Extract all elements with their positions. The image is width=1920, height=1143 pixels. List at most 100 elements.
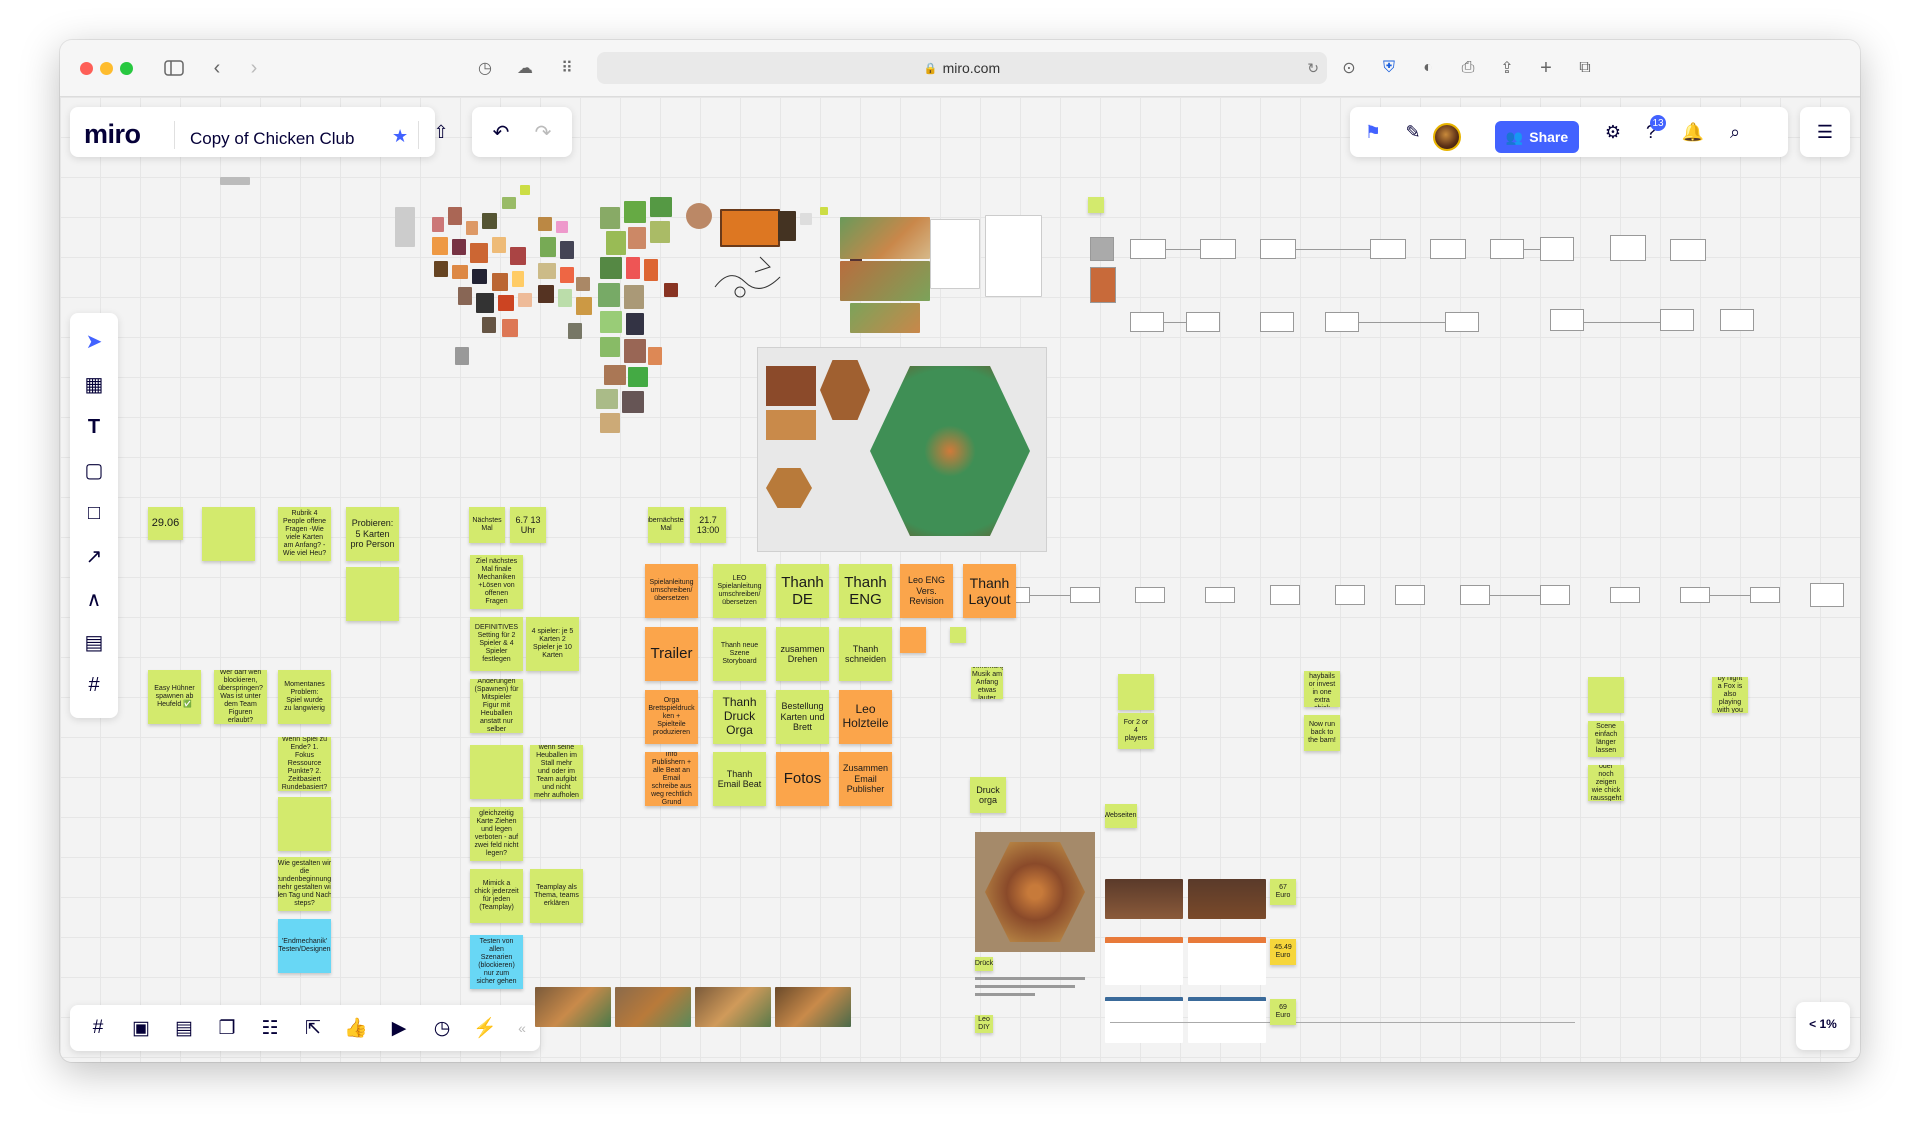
image-thumbnail[interactable] (492, 237, 506, 253)
flow-node[interactable] (1810, 583, 1844, 607)
tabs-overview-icon[interactable]: ⧉ (1573, 56, 1597, 80)
lightning-icon[interactable]: ⚡ (470, 1013, 500, 1043)
sticky-note[interactable]: zusammen Drehen (776, 627, 829, 681)
sticky-note[interactable]: 4 spieler: je 5 Karten 2 Spieler je 10 K… (526, 617, 579, 671)
image-thumbnail[interactable] (626, 257, 640, 279)
board-canvas[interactable]: miro Copy of Chicken Club ★ ⇧ ↶ ↷ ⚑ ✎ 👥 … (60, 97, 1860, 1062)
image-thumbnail[interactable] (600, 413, 620, 433)
print-icon[interactable]: ⎙ (1456, 56, 1480, 80)
search-icon[interactable]: ⌕ (1720, 117, 1750, 147)
sticky-note[interactable]: 'Endmechanik' Testen/Designen (278, 919, 331, 973)
sticky-note[interactable]: Webseiten: (1105, 804, 1137, 828)
sticky-note[interactable]: Info Publishern + alle Beat an Email sch… (645, 752, 698, 806)
address-bar[interactable]: 🔒 miro.com ↻ (597, 52, 1327, 84)
image-thumbnail[interactable] (766, 410, 816, 440)
flow-node[interactable] (1720, 309, 1754, 331)
image-thumbnail[interactable] (558, 289, 572, 307)
sticky-note[interactable] (900, 627, 926, 653)
sticky-note[interactable]: Thanh Email Beat (713, 752, 766, 806)
redo-icon[interactable]: ↷ (528, 117, 558, 147)
image-thumbnail[interactable] (538, 263, 556, 279)
image-thumbnail[interactable] (598, 283, 620, 307)
sticky-note[interactable]: 6.7 13 Uhr (510, 507, 546, 543)
cursor-flag-icon[interactable]: ⚑ (1358, 117, 1388, 147)
image-thumbnail[interactable] (778, 211, 796, 241)
sticky-note[interactable]: Nächstes Mal (469, 507, 505, 543)
image-thumbnail[interactable] (492, 273, 508, 291)
timer-icon[interactable]: ◷ (427, 1013, 457, 1043)
board-photo[interactable] (850, 303, 920, 333)
video-icon[interactable]: ▶ (384, 1013, 414, 1043)
export-icon[interactable]: ⇧ (426, 117, 456, 147)
sticky-note[interactable]: 21.7 13:00 (690, 507, 726, 543)
sticky-note[interactable] (278, 797, 331, 851)
sketch-drawing[interactable] (710, 247, 790, 307)
sticky-note[interactable]: Druck orga (970, 777, 1006, 813)
sticky-note[interactable]: Easy Hühner spawnen ab Heufeld ✅ (148, 670, 201, 724)
image-thumbnail[interactable] (470, 243, 488, 263)
image-thumbnail[interactable] (628, 367, 648, 387)
sticky-note[interactable]: Drück (975, 957, 993, 971)
flow-node[interactable] (1610, 235, 1646, 261)
sticky-note[interactable]: Thanh Druck Orga (713, 690, 766, 744)
flow-node[interactable] (1610, 587, 1640, 603)
sticky-note[interactable]: DEFINITIVES Setting für 2 Spieler & 4 Sp… (470, 617, 523, 671)
sticky-note[interactable]: Fotos (776, 752, 829, 806)
image-thumbnail[interactable] (432, 217, 444, 232)
image-thumbnail[interactable] (448, 207, 462, 225)
star-icon[interactable]: ★ (392, 126, 408, 147)
image-thumbnail[interactable] (512, 271, 524, 287)
reactions-sparkle-icon[interactable]: ✎ (1398, 117, 1428, 147)
connector-icon[interactable]: ↗ (80, 542, 108, 570)
sticky-note[interactable]: Thanh schneiden (839, 627, 892, 681)
sticky-note[interactable]: Trailer (645, 627, 698, 681)
printed-board-photo[interactable] (975, 832, 1095, 952)
document-page[interactable] (930, 219, 980, 289)
shape-icon[interactable]: □ (80, 499, 108, 527)
image-thumbnail[interactable] (502, 319, 518, 337)
back-icon[interactable]: ‹ (205, 56, 229, 80)
image-thumbnail[interactable] (452, 239, 466, 255)
image-thumbnail[interactable] (600, 337, 620, 357)
sticky-note[interactable] (202, 507, 255, 561)
sticky-note[interactable]: übernächstes Mal (648, 507, 684, 543)
hexagonal-game-board[interactable] (870, 366, 1030, 536)
image-thumbnail[interactable] (600, 311, 622, 333)
sticky-note[interactable]: Scene einfach länger lassen (1588, 721, 1624, 757)
image-thumbnail[interactable] (498, 295, 514, 311)
sticky-note[interactable]: Probieren: 5 Karten pro Person (346, 507, 399, 561)
image-thumbnail[interactable] (650, 197, 672, 217)
website-screenshot[interactable] (1188, 937, 1266, 985)
sticky-note[interactable]: oder noch zeigen wie chick raussgeht (1588, 765, 1624, 801)
board-title[interactable]: Copy of Chicken Club (190, 129, 354, 149)
image-thumbnail[interactable] (476, 293, 494, 313)
sticky-note[interactable]: Leo DIY (975, 1015, 993, 1033)
image-thumbnail[interactable] (452, 265, 468, 279)
image-thumbnail[interactable] (482, 317, 496, 333)
flow-node[interactable] (1260, 312, 1294, 332)
hex-tiles[interactable] (820, 360, 870, 420)
sticky-note[interactable]: Surprise, by night a Fox is also playing… (1712, 677, 1748, 713)
sticky-note[interactable]: For 2 or 4 players (1118, 713, 1154, 749)
image-thumbnail[interactable] (560, 241, 574, 259)
image-thumbnail[interactable] (576, 297, 592, 315)
sticky-note[interactable]: Leo Holzteile (839, 690, 892, 744)
board-photo[interactable] (535, 987, 611, 1027)
image-thumbnail[interactable] (455, 347, 469, 365)
close-window-button[interactable] (80, 62, 93, 75)
image-thumbnail[interactable] (538, 217, 552, 231)
reactions-icon[interactable]: 👍 (341, 1013, 371, 1043)
sticky-note[interactable]: Leo ENG Vers. Revision (900, 564, 953, 618)
flow-node[interactable] (1660, 309, 1694, 331)
select-icon[interactable]: ➤ (80, 327, 108, 355)
image-thumbnail[interactable] (624, 201, 646, 223)
sticky-note[interactable]: Wie gestalten wir die Rundenbeginnung? m… (278, 857, 331, 911)
sticky-note[interactable]: Thanh neue Szene Storyboard (713, 627, 766, 681)
image-thumbnail[interactable] (434, 261, 448, 277)
flow-node[interactable] (1395, 585, 1425, 605)
sticky-note[interactable]: Thanh ENG (839, 564, 892, 618)
reload-icon[interactable]: ↻ (1307, 60, 1319, 77)
image-thumbnail[interactable] (556, 221, 568, 233)
flow-node[interactable] (1200, 239, 1236, 259)
sticky-note[interactable]: 45.49 Euro (1270, 939, 1296, 965)
